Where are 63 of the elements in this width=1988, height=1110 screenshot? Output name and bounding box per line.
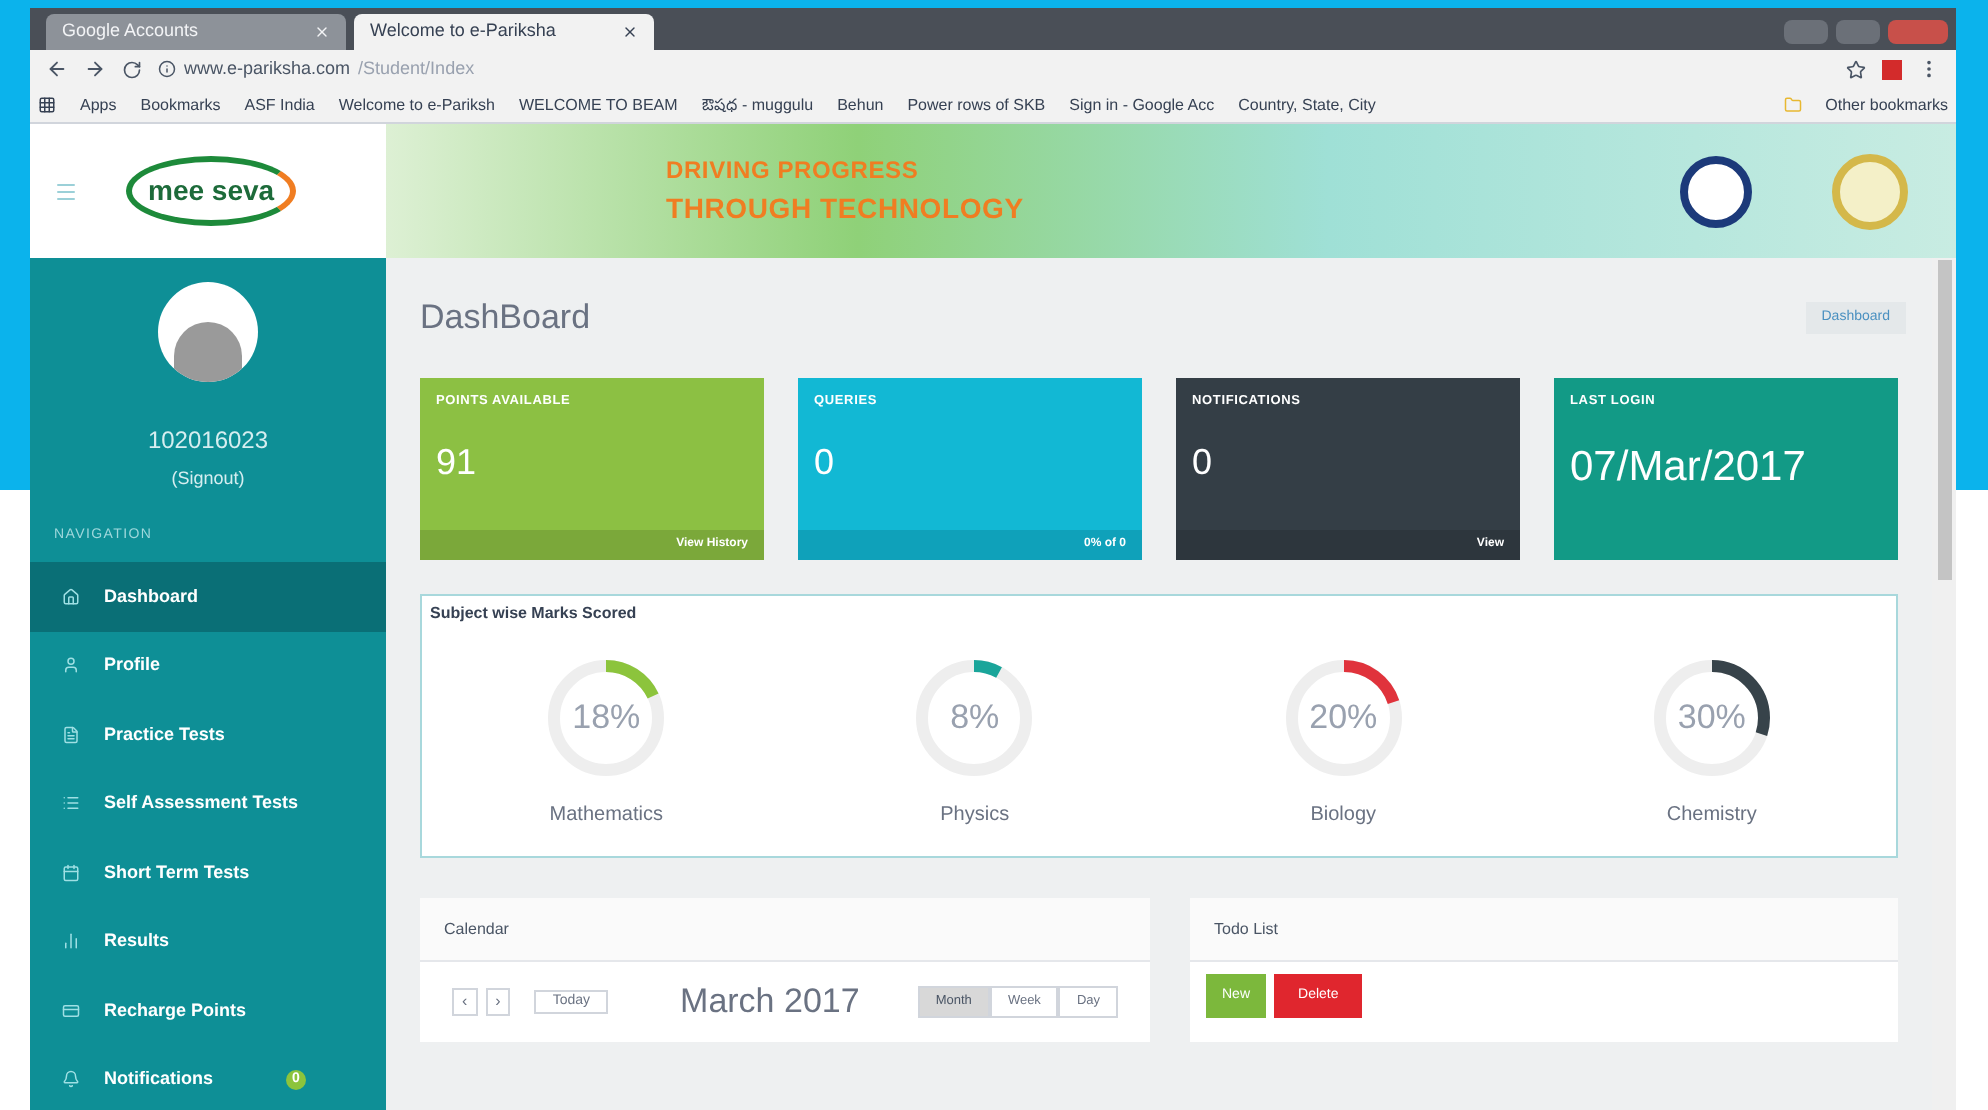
nav-icon — [62, 1001, 80, 1020]
panel-title: Todo List — [1214, 917, 1279, 941]
bookmark-link[interactable]: Bookmarks — [140, 93, 221, 117]
subject-label: Mathematics — [549, 802, 663, 830]
subject-label: Biology — [1310, 802, 1377, 830]
nav-item[interactable]: Self Assessment Tests — [30, 769, 386, 838]
bookmark-link[interactable]: Sign in - Google Acc — [1069, 93, 1215, 117]
emblem-icon — [1680, 155, 1752, 227]
calendar-month: March 2017 — [680, 980, 860, 1025]
scrollbar[interactable] — [1932, 258, 1956, 1110]
banner-tagline: THROUGH TECHNOLOGY — [666, 190, 1024, 228]
percent-reading: 18% — [570, 696, 643, 741]
panel-title: Calendar — [444, 917, 509, 941]
bookmark-link[interactable]: Power rows of SKB — [907, 93, 1046, 117]
nav-icon — [62, 1070, 80, 1089]
prev-button[interactable]: ‹ — [452, 988, 478, 1016]
apps-icon[interactable] — [38, 96, 56, 114]
bookmark-link[interactable]: Welcome to e-Pariksh — [338, 93, 495, 117]
next-button[interactable]: › — [485, 988, 511, 1016]
signout-link[interactable]: (Signout) — [171, 466, 245, 493]
browser-tab[interactable]: Google Accounts — [46, 14, 346, 50]
folder-icon — [1783, 96, 1802, 114]
bookmark-link[interactable]: Apps — [80, 93, 117, 117]
site-logo: mee seva — [126, 156, 297, 226]
bookmark-link[interactable]: ఔషధ - muggulu — [701, 93, 814, 117]
nav-item[interactable]: Practice Tests — [30, 700, 386, 769]
info-icon — [158, 60, 176, 78]
reload-icon[interactable] — [122, 59, 142, 79]
user-id: 102016023 — [147, 424, 269, 458]
nav-icon — [62, 863, 80, 882]
stat-value: 0 — [1190, 439, 1215, 486]
emblem-icon — [1832, 153, 1908, 229]
subject-label: Physics — [940, 802, 1010, 830]
forward-icon[interactable] — [84, 58, 106, 80]
star-icon[interactable] — [1846, 59, 1866, 79]
panel-title: Subject wise Marks Scored — [428, 602, 639, 626]
bookmark-link[interactable]: Other bookmarks — [1825, 93, 1948, 117]
nav-item[interactable]: Dashboard — [30, 562, 386, 631]
nav-icon — [62, 794, 80, 813]
avatar-icon — [158, 282, 258, 382]
subject-label: Chemistry — [1666, 802, 1757, 830]
nav-item[interactable]: Short Term Tests — [30, 838, 386, 907]
nav-icon — [62, 725, 80, 744]
bookmark-link[interactable]: Behun — [837, 93, 884, 117]
nav-icon — [62, 656, 80, 675]
percent-reading: 30% — [1675, 696, 1748, 741]
bookmark-link[interactable]: Country, State, City — [1238, 93, 1376, 117]
page-title: DashBoard — [420, 296, 591, 341]
browser-tab[interactable]: Welcome to e-Pariksha — [354, 14, 654, 50]
percent-reading: 20% — [1307, 696, 1380, 741]
back-icon[interactable] — [46, 58, 68, 80]
stat-value: 91 — [434, 439, 479, 486]
nav-item[interactable]: Recharge Points — [30, 976, 386, 1045]
bookmark-link[interactable]: ASF India — [244, 93, 315, 117]
nav-icon — [62, 932, 80, 951]
percent-reading: 8% — [948, 696, 1002, 741]
nav-item[interactable]: Results — [30, 907, 386, 976]
banner-tagline: DRIVING PROGRESS — [666, 154, 921, 188]
stat-value: 07/Mar/2017 — [1568, 441, 1808, 494]
nav-icon — [62, 587, 80, 606]
stat-value: 0 — [812, 439, 837, 486]
nav-item[interactable]: Profile — [30, 631, 386, 700]
bookmark-link[interactable]: WELCOME TO BEAM — [519, 93, 678, 117]
